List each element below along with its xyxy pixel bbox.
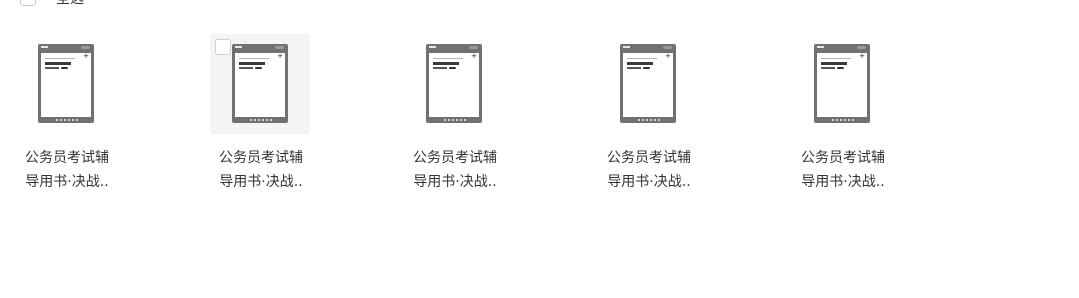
file-item[interactable]: + 公务员考试辅 导用书·决战.. xyxy=(792,34,932,204)
file-name[interactable]: 公务员考试辅 导用书·决战.. xyxy=(196,146,326,194)
file-item[interactable]: + 公务员考试辅 导用书·决战.. xyxy=(404,34,544,204)
file-name-line-2: 导用书·决战.. xyxy=(413,174,497,190)
file-select-checkbox[interactable] xyxy=(215,39,231,55)
document-thumbnail-icon: + xyxy=(814,44,870,123)
file-thumbnail-wrapper[interactable]: + xyxy=(16,34,116,134)
file-item[interactable]: + 公务员考试辅 导用书·决战.. xyxy=(598,34,738,204)
file-name[interactable]: 公务员考试辅 导用书·决战.. xyxy=(2,146,132,194)
document-thumbnail-icon: + xyxy=(620,44,676,123)
file-name-line-2: 导用书·决战.. xyxy=(219,174,303,190)
file-item[interactable]: + 公务员考试辅 导用书·决战.. xyxy=(210,34,350,204)
file-name-line-2: 导用书·决战.. xyxy=(801,174,885,190)
document-thumbnail-icon: + xyxy=(426,44,482,123)
file-item[interactable]: + 公务员考试辅 导用书·决战.. xyxy=(16,34,156,204)
file-grid: + 公务员考试辅 导用书·决战.. + 公务员考试辅 导用书·决战.. + 公务… xyxy=(0,0,1079,298)
document-thumbnail-icon: + xyxy=(38,44,94,123)
file-thumbnail-wrapper[interactable]: + xyxy=(404,34,504,134)
file-name-line-1: 公务员考试辅 xyxy=(607,150,691,166)
file-thumbnail-wrapper[interactable]: + xyxy=(792,34,892,134)
file-name-line-1: 公务员考试辅 xyxy=(219,150,303,166)
file-thumbnail-wrapper[interactable]: + xyxy=(598,34,698,134)
file-name-line-1: 公务员考试辅 xyxy=(25,150,109,166)
document-thumbnail-icon: + xyxy=(232,44,288,123)
file-name[interactable]: 公务员考试辅 导用书·决战.. xyxy=(778,146,908,194)
file-name-line-2: 导用书·决战.. xyxy=(25,174,109,190)
file-name-line-2: 导用书·决战.. xyxy=(607,174,691,190)
file-name[interactable]: 公务员考试辅 导用书·决战.. xyxy=(390,146,520,194)
file-browser-page: 全选 + 公务员考试辅 导用书·决战.. xyxy=(0,0,1079,298)
file-thumbnail-wrapper[interactable]: + xyxy=(210,34,310,134)
file-name[interactable]: 公务员考试辅 导用书·决战.. xyxy=(584,146,714,194)
file-name-line-1: 公务员考试辅 xyxy=(801,150,885,166)
file-name-line-1: 公务员考试辅 xyxy=(413,150,497,166)
